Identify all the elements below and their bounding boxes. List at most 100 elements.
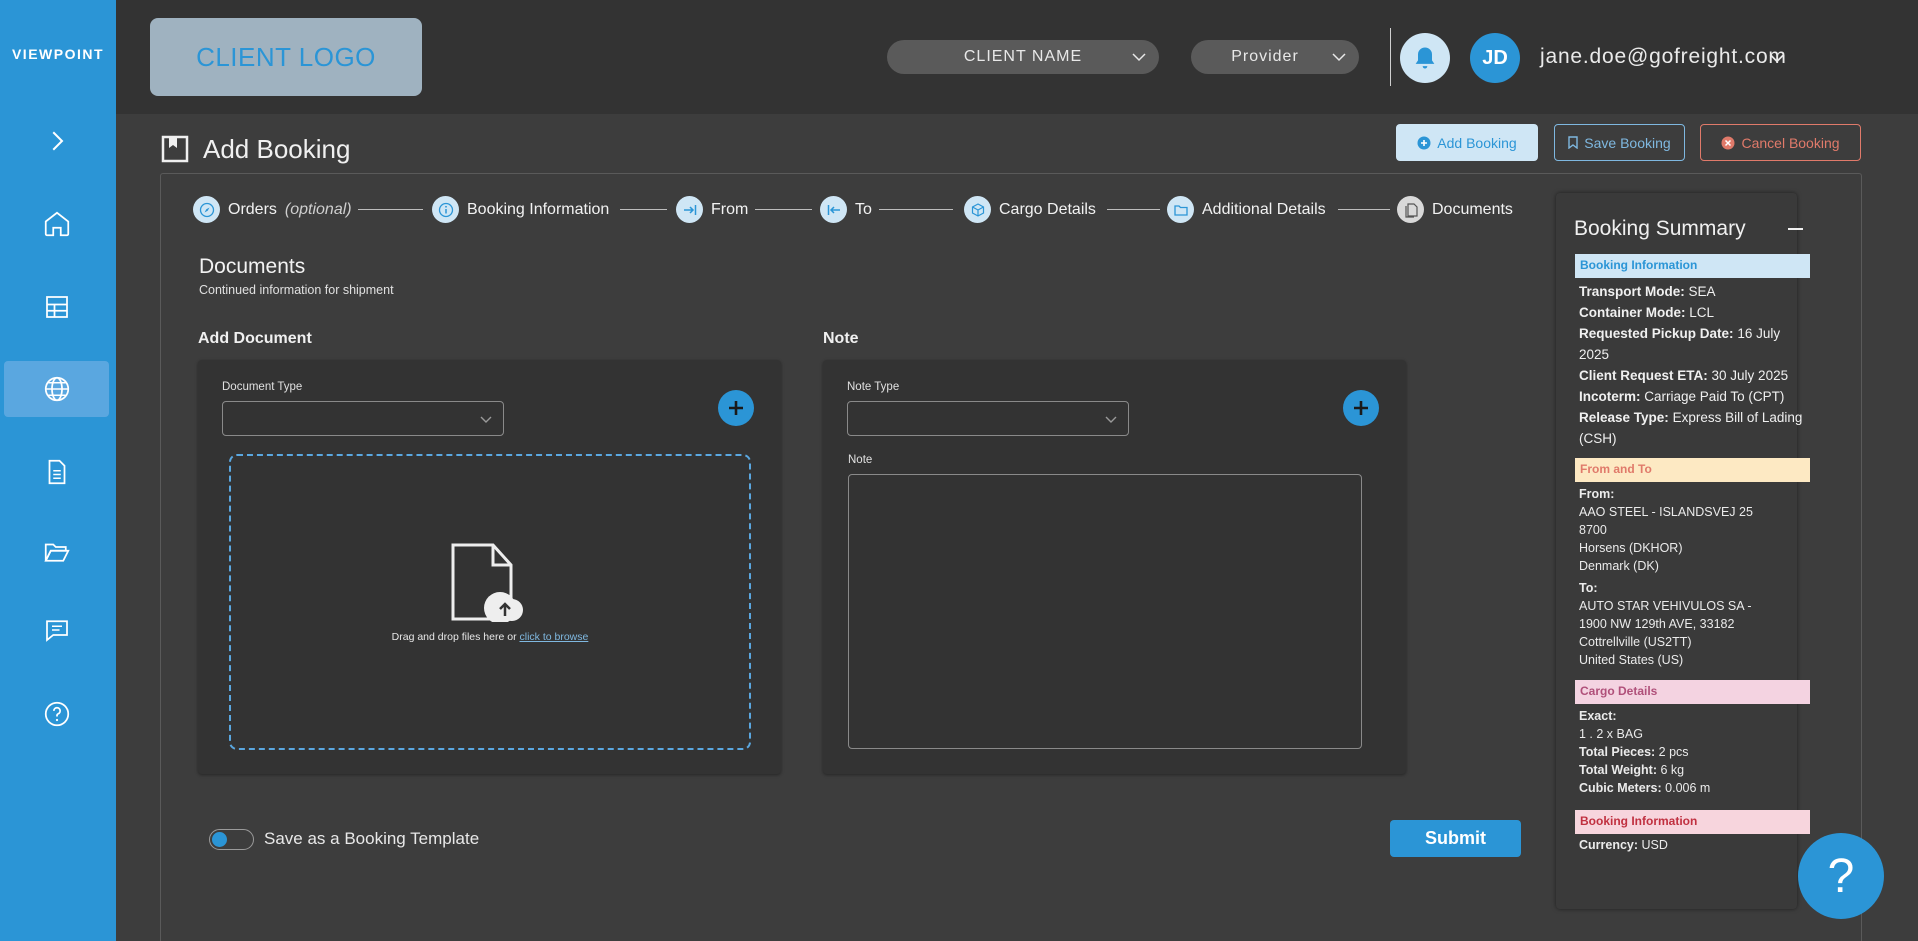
step-cargo-details-label: Cargo Details [999, 200, 1096, 218]
boxes-icon [964, 196, 991, 223]
step-connector [1107, 209, 1160, 210]
file-upload-icon [451, 543, 523, 622]
help-circle-icon [44, 701, 69, 727]
step-connector [620, 209, 667, 210]
client-name-label: CLIENT NAME [963, 48, 1083, 65]
folder-icon [1167, 196, 1194, 223]
plus-icon [729, 401, 743, 415]
compass-icon [193, 196, 220, 223]
file-dropzone[interactable]: Drag and drop files here or click to bro… [229, 454, 751, 750]
chevron-down-icon [1332, 53, 1346, 62]
note-heading: Note [823, 330, 859, 347]
note-type-select[interactable] [847, 401, 1129, 436]
chevron-down-icon [480, 416, 492, 423]
arrow-left-to-line-icon [820, 196, 847, 223]
summary-tag-from-to: From and To [1575, 458, 1810, 482]
step-orders-optional: (optional) [284, 200, 352, 218]
folder-open-icon [43, 543, 70, 562]
add-document-button[interactable] [718, 390, 754, 426]
sidebar-item-table[interactable] [4, 279, 109, 335]
step-cargo-details[interactable]: Cargo Details [964, 196, 1096, 223]
add-document-heading: Add Document [198, 330, 312, 347]
save-booking-label: Save Booking [1584, 134, 1671, 151]
step-booking-information[interactable]: Booking Information [432, 196, 609, 223]
booking-template-label: Save as a Booking Template [264, 829, 480, 848]
sidebar-item-home[interactable] [4, 196, 109, 252]
summary-to: To: AUTO STAR VEHIVULOS SA - 1900 NW 129… [1579, 581, 1752, 667]
step-booking-information-label: Booking Information [467, 200, 610, 218]
chevron-down-icon [1105, 416, 1117, 423]
step-orders-label: Orders [228, 200, 277, 218]
step-orders[interactable]: Orders (optional) [193, 196, 352, 223]
step-connector [358, 209, 423, 210]
brand-logo: VIEWPOINT [11, 46, 105, 62]
home-icon [44, 211, 69, 237]
collapse-summary-button[interactable] [1788, 228, 1803, 230]
step-to[interactable]: To [820, 196, 872, 223]
chevron-down-icon[interactable] [1768, 49, 1786, 67]
sidebar-item-folder[interactable] [4, 524, 109, 580]
provider-select[interactable]: Provider [1191, 40, 1359, 74]
step-documents[interactable]: Documents [1397, 196, 1513, 223]
step-to-label: To [855, 200, 872, 218]
save-booking-button[interactable]: Save Booking [1554, 124, 1685, 161]
sidebar-item-globe[interactable] [4, 361, 109, 417]
bookmark-icon [1568, 136, 1578, 149]
message-icon [45, 620, 68, 642]
client-name-select[interactable]: CLIENT NAME [887, 40, 1159, 74]
booking-template-toggle[interactable] [209, 829, 254, 850]
dropzone-text: Drag and drop files here or click to bro… [231, 631, 749, 643]
note-textarea[interactable] [848, 474, 1362, 749]
add-note-button[interactable] [1343, 390, 1379, 426]
step-additional-details[interactable]: Additional Details [1167, 196, 1326, 223]
sidebar-item-messages[interactable] [4, 602, 109, 658]
summary-currency: Currency: USD [1579, 838, 1668, 852]
bookmark-icon [161, 135, 189, 163]
documents-icon [1397, 196, 1424, 223]
summary-tag-booking: Booking Information [1575, 254, 1810, 278]
document-icon [48, 459, 65, 485]
document-type-select[interactable] [222, 401, 504, 436]
section-subtitle: Continued information for shipment [199, 283, 394, 297]
globe-icon [44, 376, 69, 402]
bell-icon [1415, 47, 1435, 69]
toggle-knob [212, 832, 227, 847]
step-connector [1338, 209, 1390, 210]
sidebar: VIEWPOINT [0, 0, 116, 941]
provider-label: Provider [1231, 48, 1299, 65]
browse-link[interactable]: click to browse [519, 631, 588, 643]
chevron-down-icon [1132, 53, 1146, 62]
client-logo: CLIENT LOGO [150, 18, 422, 96]
section-title: Documents [199, 255, 306, 278]
summary-tag-booking-2: Booking Information [1575, 810, 1810, 834]
expand-sidebar-button[interactable] [4, 113, 109, 169]
notifications-button[interactable] [1400, 33, 1450, 83]
topbar-divider [1390, 28, 1391, 86]
plus-circle-icon [1417, 136, 1431, 149]
step-from[interactable]: From [676, 196, 748, 223]
info-icon [432, 196, 459, 223]
page-title: Add Booking [203, 134, 351, 164]
step-connector [879, 209, 953, 210]
cancel-booking-button[interactable]: Cancel Booking [1700, 124, 1861, 161]
add-booking-label: Add Booking [1437, 134, 1517, 151]
user-email[interactable]: jane.doe@gofreight.com [1540, 45, 1787, 69]
arrow-right-to-line-icon [676, 196, 703, 223]
summary-tag-cargo: Cargo Details [1575, 680, 1810, 704]
document-type-label: Document Type [222, 381, 303, 393]
add-booking-button[interactable]: Add Booking [1396, 124, 1538, 161]
sidebar-item-document[interactable] [4, 444, 109, 500]
booking-summary-panel: Booking Summary Booking Information Tran… [1556, 193, 1810, 909]
summary-cargo: Exact: 1 . 2 x BAG Total Pieces: 2 pcs T… [1579, 709, 1711, 795]
user-avatar[interactable]: JD [1470, 33, 1520, 83]
submit-button[interactable]: Submit [1390, 820, 1521, 857]
help-fab-button[interactable]: ? [1798, 833, 1884, 919]
note-field-label: Note [848, 454, 873, 466]
summary-booking-info: Transport Mode: SEA Container Mode: LCL … [1579, 284, 1803, 446]
step-connector [755, 209, 812, 210]
note-type-label: Note Type [847, 381, 900, 393]
cancel-booking-label: Cancel Booking [1741, 134, 1840, 151]
table-icon [45, 296, 68, 318]
sidebar-item-help[interactable] [4, 686, 109, 742]
plus-icon [1354, 401, 1368, 415]
